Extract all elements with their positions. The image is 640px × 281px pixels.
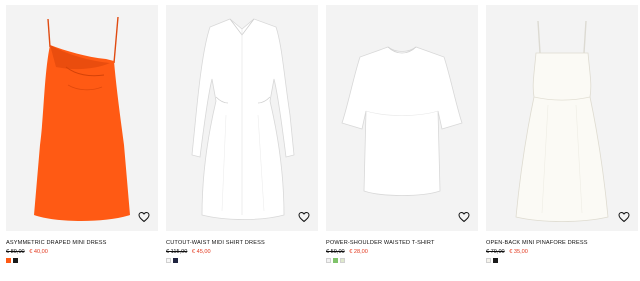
product-image[interactable] (486, 5, 638, 231)
favorite-button[interactable] (618, 211, 630, 223)
heart-icon (298, 211, 310, 223)
white-tshirt-image (341, 46, 463, 196)
product-grid: ASYMMETRIC DRAPED MINI DRESS € 89,00 € 4… (6, 5, 638, 281)
favorite-button[interactable] (138, 211, 150, 223)
color-swatch[interactable] (6, 258, 11, 263)
product-card[interactable]: ASYMMETRIC DRAPED MINI DRESS € 89,00 € 4… (6, 5, 160, 281)
heart-icon (618, 211, 630, 223)
product-name[interactable]: POWER-SHOULDER WAISTED T-SHIRT (326, 240, 478, 246)
original-price: € 89,00 (6, 249, 25, 255)
color-swatch[interactable] (13, 258, 18, 263)
product-card[interactable]: CUTOUT-WAIST MIDI SHIRT DRESS € 115,00 €… (166, 5, 320, 281)
sale-price: € 45,00 (191, 249, 211, 255)
heart-icon (458, 211, 470, 223)
favorite-button[interactable] (298, 211, 310, 223)
product-image[interactable] (6, 5, 158, 231)
original-price: € 79,00 (486, 249, 505, 255)
white-pinafore-dress-image (515, 20, 609, 222)
product-name[interactable]: ASYMMETRIC DRAPED MINI DRESS (6, 240, 158, 246)
color-swatch[interactable] (326, 258, 331, 263)
product-price: € 89,00 € 40,00 (6, 249, 48, 255)
sale-price: € 40,00 (29, 249, 48, 255)
favorite-button[interactable] (458, 211, 470, 223)
orange-dress-image (34, 16, 130, 221)
product-price: € 115,00 € 45,00 (166, 249, 211, 255)
color-swatch[interactable] (166, 258, 171, 263)
original-price: € 115,00 (166, 249, 188, 255)
color-swatch[interactable] (340, 258, 345, 263)
product-name[interactable]: CUTOUT-WAIST MIDI SHIRT DRESS (166, 240, 318, 246)
color-swatches (326, 258, 345, 263)
color-swatch[interactable] (173, 258, 178, 263)
product-card[interactable]: POWER-SHOULDER WAISTED T-SHIRT € 59,00 €… (326, 5, 480, 281)
product-image[interactable] (166, 5, 318, 231)
white-shirt-dress-image (191, 18, 295, 220)
product-image[interactable] (326, 5, 478, 231)
product-name[interactable]: OPEN-BACK MINI PINAFORE DRESS (486, 240, 638, 246)
color-swatches (486, 258, 498, 263)
color-swatch[interactable] (333, 258, 338, 263)
product-price: € 79,00 € 35,00 (486, 249, 528, 255)
color-swatches (6, 258, 18, 263)
sale-price: € 35,00 (509, 249, 528, 255)
product-card[interactable]: OPEN-BACK MINI PINAFORE DRESS € 79,00 € … (486, 5, 640, 281)
heart-icon (138, 211, 150, 223)
color-swatch[interactable] (486, 258, 491, 263)
original-price: € 59,00 (326, 249, 345, 255)
color-swatch[interactable] (493, 258, 498, 263)
product-price: € 59,00 € 28,00 (326, 249, 368, 255)
color-swatches (166, 258, 178, 263)
sale-price: € 28,00 (349, 249, 368, 255)
